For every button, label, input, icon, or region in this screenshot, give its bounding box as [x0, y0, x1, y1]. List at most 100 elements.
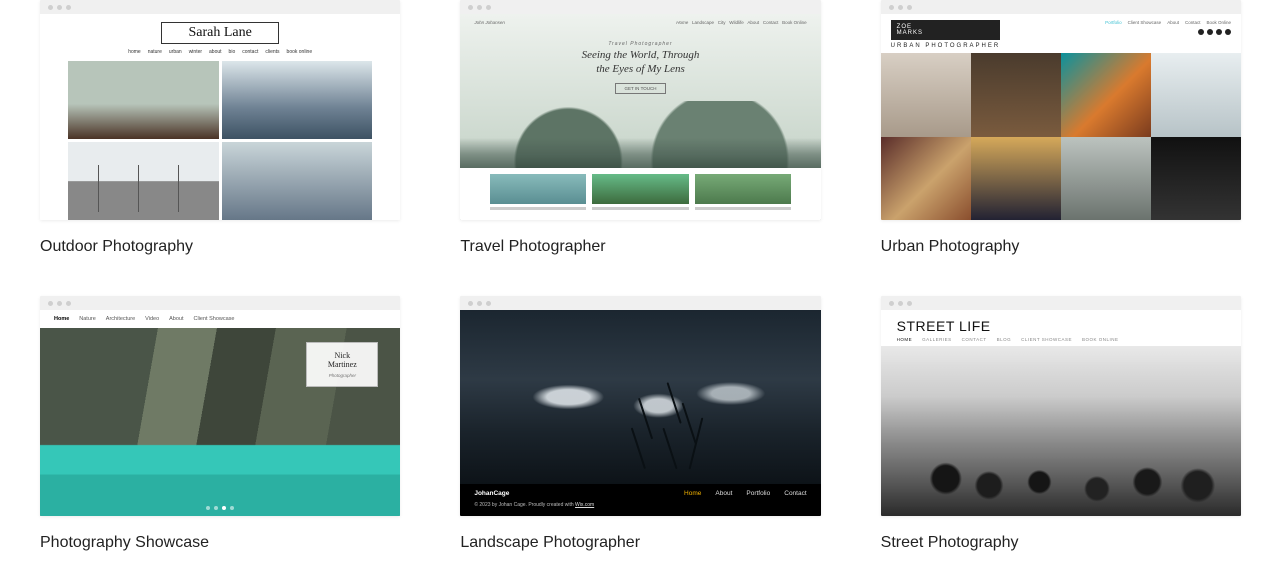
nav-item: winter: [189, 49, 202, 55]
name-line: Martinez: [328, 360, 357, 369]
nav-item: Book Online: [1206, 20, 1231, 25]
nav-item: Home: [676, 20, 688, 25]
nav-item: BOOK ONLINE: [1082, 337, 1119, 342]
site-nav: home nature urban winter about bio conta…: [128, 49, 312, 55]
nav-item: Book Online: [782, 20, 807, 25]
brand-line: MARKS: [897, 30, 923, 36]
photo-tile: [222, 142, 373, 220]
nav-item-active: Portfolio: [1105, 20, 1122, 25]
photo-grid: [68, 61, 372, 220]
photo-tile: [881, 137, 971, 221]
social-icon: [1207, 29, 1213, 35]
template-title: Landscape Photographer: [460, 534, 820, 552]
nav-item: BLOG: [997, 337, 1012, 342]
window-dot-icon: [898, 301, 903, 306]
browser-chrome: [881, 0, 1241, 14]
site-nav: Home Nature Architecture Video About Cli…: [40, 310, 400, 328]
site-nav: HOME GALLERIES CONTACT BLOG CLIENT SHOWC…: [897, 337, 1225, 342]
preview-body: STREET LIFE HOME GALLERIES CONTACT BLOG …: [881, 310, 1241, 516]
carousel-dot-icon: [206, 506, 210, 510]
preview-body: Home Nature Architecture Video About Cli…: [40, 310, 400, 516]
nav-item: clients: [265, 49, 279, 55]
site-header: STREET LIFE HOME GALLERIES CONTACT BLOG …: [881, 310, 1241, 346]
nav-item: contact: [242, 49, 258, 55]
nav-item: Landscape: [692, 20, 714, 25]
site-header: ZOE MARKS URBAN PHOTOGRAPHER Portfolio C…: [881, 14, 1241, 53]
template-title: Outdoor Photography: [40, 238, 400, 256]
nav-item: City: [718, 20, 726, 25]
window-dot-icon: [468, 5, 473, 10]
window-dot-icon: [477, 301, 482, 306]
nav-item: Contact: [784, 490, 806, 497]
window-dot-icon: [486, 301, 491, 306]
template-thumbnail: ZOE MARKS URBAN PHOTOGRAPHER Portfolio C…: [881, 0, 1241, 220]
carousel-dot-active-icon: [222, 506, 226, 510]
hero-image: [881, 346, 1241, 516]
site-top-nav: John Johansen Home Landscape City Wildli…: [460, 14, 820, 31]
photo-tile: [971, 137, 1061, 221]
template-card-travel[interactable]: John Johansen Home Landscape City Wildli…: [460, 0, 820, 256]
template-title: Urban Photography: [881, 238, 1241, 256]
headline-line: Seeing the World, Through: [582, 49, 700, 61]
window-dot-icon: [66, 5, 71, 10]
nav-item: Video: [145, 316, 159, 322]
name-line: Nick: [335, 351, 351, 360]
template-card-outdoor[interactable]: Sarah Lane home nature urban winter abou…: [40, 0, 400, 256]
template-card-landscape[interactable]: JohanCage Home About Portfolio Contact ©…: [460, 296, 820, 552]
window-dot-icon: [66, 301, 71, 306]
template-gallery-grid: Sarah Lane home nature urban winter abou…: [40, 0, 1241, 552]
nav-item: home: [128, 49, 141, 55]
window-dot-icon: [48, 301, 53, 306]
hero-pretitle: Travel Photographer: [460, 41, 820, 47]
browser-chrome: [881, 296, 1241, 310]
site-logo: Sarah Lane: [161, 22, 278, 44]
nav-item: About: [169, 316, 183, 322]
footer-nav: Home About Portfolio Contact: [684, 490, 807, 497]
hero-image: [460, 101, 820, 169]
carousel-dots: [206, 506, 234, 510]
preview-body: John Johansen Home Landscape City Wildli…: [460, 14, 820, 220]
window-dot-icon: [57, 5, 62, 10]
window-dot-icon: [907, 5, 912, 10]
social-icon: [1225, 29, 1231, 35]
window-dot-icon: [468, 301, 473, 306]
carousel-dot-icon: [214, 506, 218, 510]
template-thumbnail: John Johansen Home Landscape City Wildli…: [460, 0, 820, 220]
nav-item-active: Home: [54, 316, 69, 322]
hero-foreground-icon: [612, 374, 756, 470]
hero-text: Travel Photographer Seeing the World, Th…: [460, 31, 820, 101]
nav-item: About: [747, 20, 759, 25]
template-card-urban[interactable]: ZOE MARKS URBAN PHOTOGRAPHER Portfolio C…: [881, 0, 1241, 256]
brand-name: STREET LIFE: [897, 318, 1225, 334]
template-thumbnail: JohanCage Home About Portfolio Contact ©…: [460, 296, 820, 516]
nav-item: Contact: [763, 20, 779, 25]
nav-item: About: [1167, 20, 1179, 25]
window-dot-icon: [486, 5, 491, 10]
gallery-tile: [695, 174, 791, 204]
window-dot-icon: [48, 5, 53, 10]
author-role: Photographer: [311, 373, 373, 378]
cta-button: GET IN TOUCH: [615, 83, 665, 94]
photo-grid: [881, 53, 1241, 220]
photo-tile: [1061, 53, 1151, 137]
copyright-prefix: © 2023 by Johan Cage. Proudly created wi…: [474, 502, 575, 508]
social-icon: [1216, 29, 1222, 35]
template-card-street[interactable]: STREET LIFE HOME GALLERIES CONTACT BLOG …: [881, 296, 1241, 552]
nav-item: bio: [229, 49, 236, 55]
nav-item: Wildlife: [729, 20, 744, 25]
nav-item: Architecture: [106, 316, 135, 322]
window-dot-icon: [57, 301, 62, 306]
gallery-tile: [592, 174, 688, 204]
copyright-link: Wix.com: [575, 502, 594, 508]
nav-item: Client Showcase: [194, 316, 235, 322]
nav-item: CONTACT: [962, 337, 987, 342]
browser-chrome: [460, 0, 820, 14]
template-thumbnail: Home Nature Architecture Video About Cli…: [40, 296, 400, 516]
template-card-showcase[interactable]: Home Nature Architecture Video About Cli…: [40, 296, 400, 552]
brand-subtitle: URBAN PHOTOGRAPHER: [891, 43, 1001, 49]
name-card: Nick Martinez Photographer: [306, 342, 378, 387]
social-icon: [1198, 29, 1204, 35]
preview-body: Sarah Lane home nature urban winter abou…: [40, 14, 400, 220]
nav-item: Client Showcase: [1128, 20, 1162, 25]
nav-item: About: [715, 490, 732, 497]
